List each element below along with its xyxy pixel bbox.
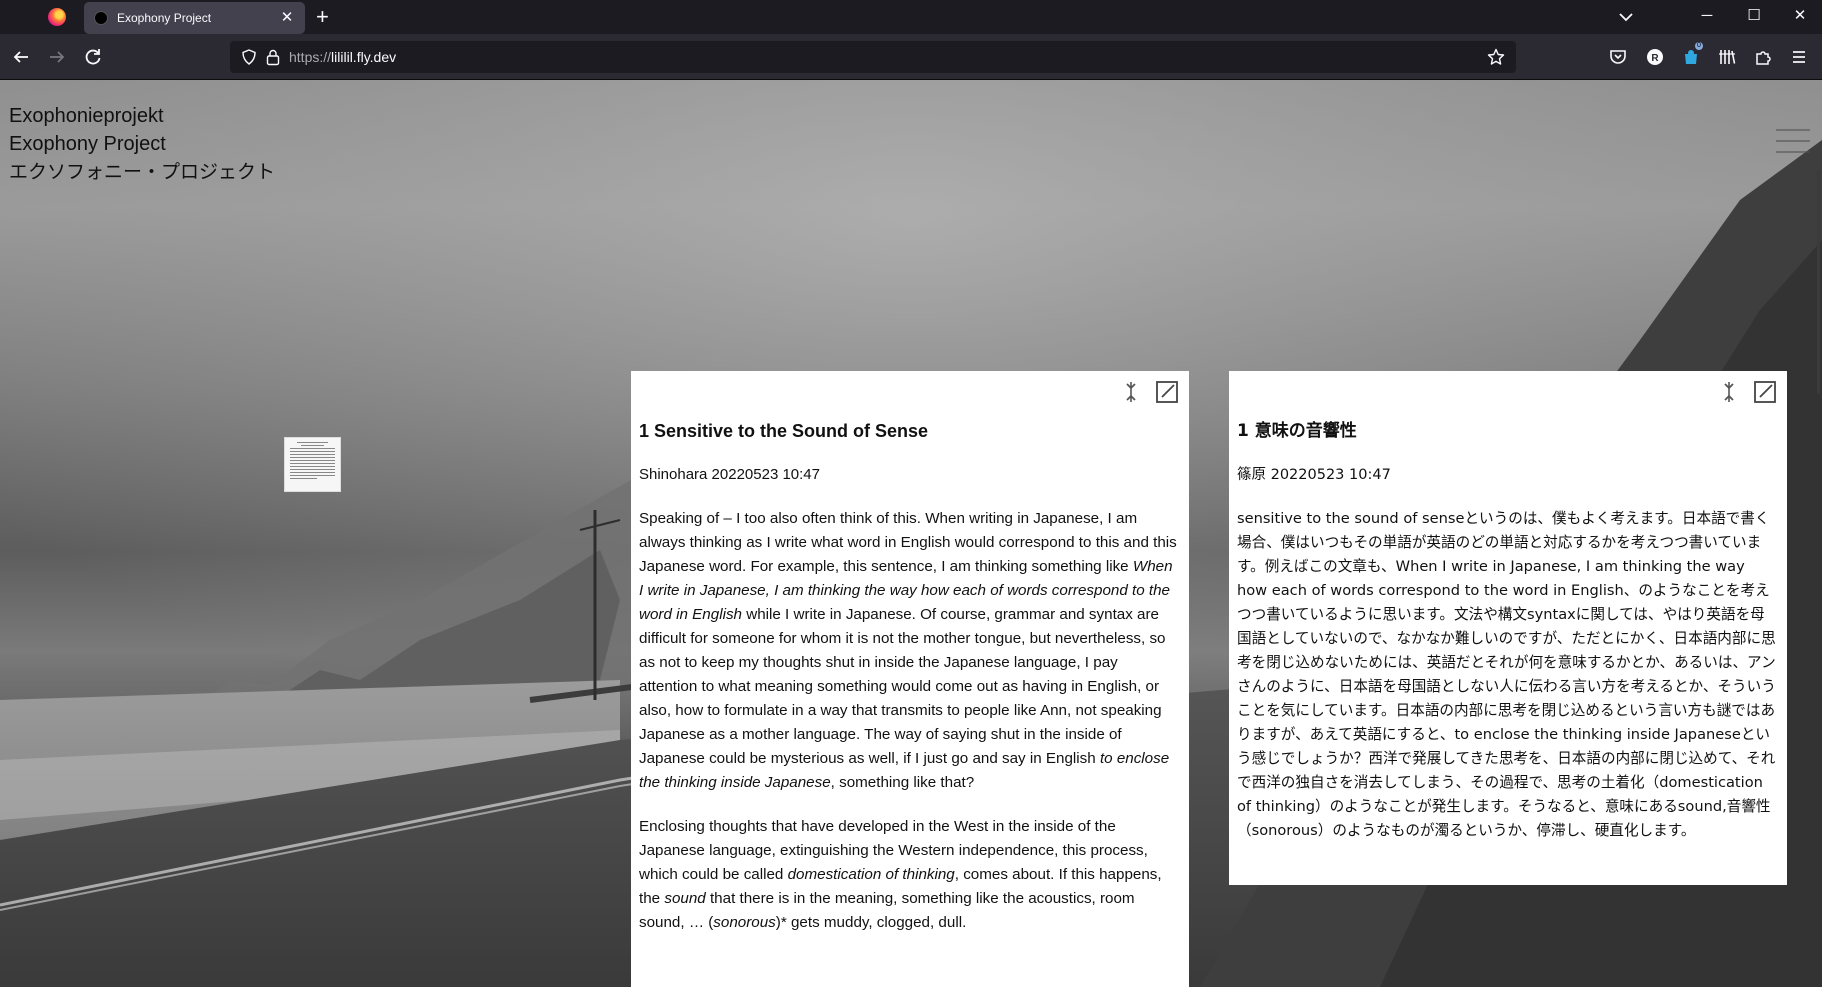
card-paragraph: sensitive to the sound of senseというのは、僕もよ…: [1237, 507, 1777, 843]
site-favicon-icon: [94, 11, 108, 25]
card-author-date: 篠原 20220523 10:47: [1237, 467, 1391, 483]
pocket-icon[interactable]: [1608, 47, 1628, 67]
open-external-icon[interactable]: [1753, 380, 1777, 404]
site-title-english: Exophony Project: [9, 133, 166, 155]
navigation-toolbar: https://lililil.fly.dev R 0: [0, 34, 1822, 80]
address-bar[interactable]: https://lililil.fly.dev: [230, 41, 1516, 73]
maximize-window-icon[interactable]: ☐: [1744, 6, 1764, 26]
paragraph-text: , something like that?: [830, 774, 975, 791]
paragraph-text: Speaking of – I too also often think of …: [639, 510, 1177, 575]
close-window-icon[interactable]: ✕: [1790, 6, 1810, 26]
forward-icon[interactable]: [43, 43, 71, 71]
emphasized-text: sound: [664, 890, 706, 907]
menu-hamburger-icon[interactable]: [1776, 129, 1810, 153]
emphasized-text: domestication of thinking: [787, 866, 955, 883]
list-all-tabs-icon[interactable]: [1616, 8, 1636, 26]
reload-icon[interactable]: [79, 43, 107, 71]
url-host: lililil.fly.dev: [331, 49, 397, 65]
tab-close-icon[interactable]: ✕: [279, 10, 295, 26]
tracking-protection-shield-icon[interactable]: [241, 49, 257, 65]
browser-tab-active[interactable]: Exophony Project ✕: [84, 2, 305, 34]
card-paragraph: Enclosing thoughts that have developed i…: [639, 815, 1179, 935]
site-title[interactable]: Exophonieprojekt Exophony Project エクソフォニ…: [9, 102, 275, 186]
url-scheme: https://: [289, 49, 332, 65]
site-title-german: Exophonieprojekt: [9, 105, 164, 127]
library-icon[interactable]: [1717, 47, 1737, 67]
paragraph-text: )* gets muddy, clogged, dull.: [775, 914, 967, 931]
page-viewport: Exophonieprojekt Exophony Project エクソフォニ…: [0, 80, 1822, 987]
text-card-japanese: 1 意味の音響性 篠原 20220523 10:47 sensitive to …: [1229, 371, 1787, 885]
card-body: Speaking of – I too also often think of …: [639, 507, 1179, 935]
tab-title: Exophony Project: [117, 11, 212, 25]
page-scrollbar[interactable]: [1817, 170, 1820, 394]
lock-icon[interactable]: [265, 48, 281, 66]
firefox-view-icon[interactable]: [48, 8, 66, 26]
card-author-date: Shinohara 20220523 10:47: [639, 466, 820, 483]
text-card-english: 1 Sensitive to the Sound of Sense Shinoh…: [631, 371, 1189, 987]
paragraph-text: while I write in Japanese. Of course, gr…: [639, 606, 1166, 767]
site-title-japanese: エクソフォニー・プロジェクト: [9, 161, 276, 183]
open-external-icon[interactable]: [1155, 380, 1179, 404]
emphasized-text: sonorous: [713, 914, 776, 931]
extension-r-icon[interactable]: R: [1645, 47, 1665, 67]
extension-badge: 0: [1695, 42, 1703, 50]
paragraph-text: sensitive to the sound of senseというのは、僕もよ…: [1237, 510, 1776, 839]
back-icon[interactable]: [7, 43, 35, 71]
extension-blue-icon[interactable]: [1681, 47, 1701, 67]
document-thumbnail[interactable]: [284, 437, 341, 492]
card-paragraph: Speaking of – I too also often think of …: [639, 507, 1179, 795]
card-body: sensitive to the sound of senseというのは、僕もよ…: [1237, 507, 1777, 843]
url-text[interactable]: https://lililil.fly.dev: [289, 49, 396, 65]
pin-icon[interactable]: [1717, 380, 1741, 404]
new-tab-button[interactable]: +: [316, 4, 329, 30]
minimize-window-icon[interactable]: ─: [1697, 6, 1717, 26]
tab-strip: Exophony Project ✕ + ─ ☐ ✕: [0, 0, 1822, 34]
svg-text:R: R: [1651, 53, 1659, 64]
bookmark-star-icon[interactable]: [1487, 48, 1505, 66]
extensions-puzzle-icon[interactable]: [1753, 47, 1773, 67]
card-title: 1 意味の音響性: [1237, 421, 1357, 441]
card-title: 1 Sensitive to the Sound of Sense: [639, 421, 929, 441]
app-menu-icon[interactable]: [1789, 47, 1809, 67]
pin-icon[interactable]: [1119, 380, 1143, 404]
